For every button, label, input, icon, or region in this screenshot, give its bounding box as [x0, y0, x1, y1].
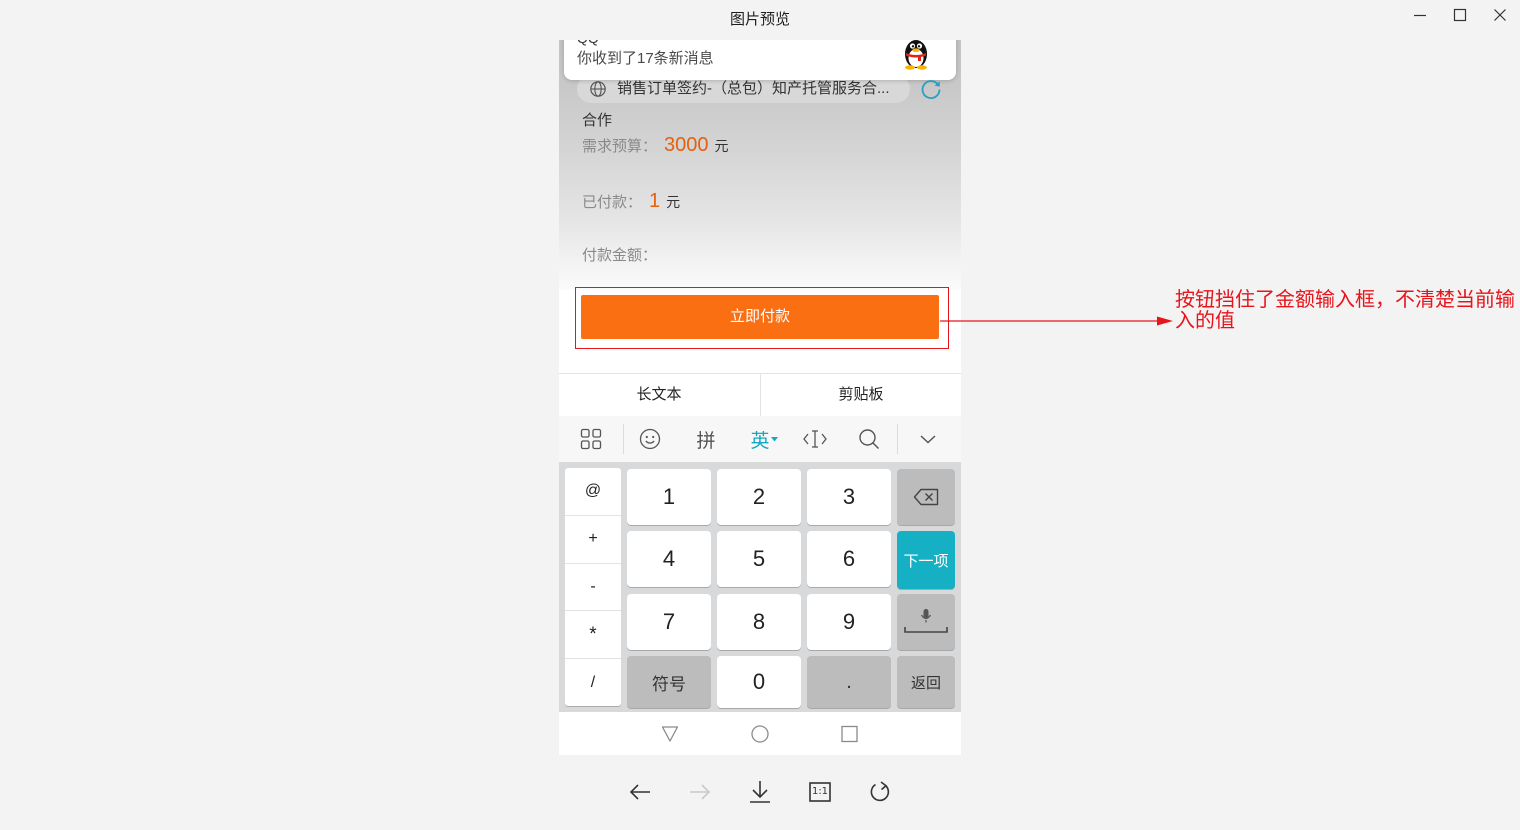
paid-unit: 元 [666, 194, 681, 210]
key-5[interactable]: 5 [717, 531, 801, 587]
search-icon [859, 429, 880, 450]
download-button[interactable] [747, 779, 773, 805]
toolbar-divider [623, 424, 624, 454]
budget-row: 需求预算： 3000 元 [582, 133, 729, 159]
next-field-key[interactable]: 下一项 [897, 531, 955, 589]
maximize-icon [1453, 8, 1467, 22]
budget-value: 3000 [664, 134, 709, 156]
emoji-button[interactable] [636, 427, 664, 451]
grid-icon [580, 428, 602, 450]
english-button[interactable]: 英 [747, 427, 781, 452]
key-7[interactable]: 7 [627, 594, 711, 650]
key-slash[interactable]: / [565, 659, 621, 706]
rotate-button[interactable] [867, 779, 893, 805]
space-voice-key[interactable] [897, 594, 955, 650]
globe-icon [590, 81, 606, 97]
close-button[interactable] [1488, 4, 1512, 26]
suggestion-long-text[interactable]: 长文本 [559, 374, 759, 416]
english-label: 英 [750, 430, 770, 452]
keyboard-suggestion-bar: 长文本 剪贴板 [559, 373, 961, 417]
amount-row[interactable]: 付款金额： [582, 244, 657, 268]
backspace-key[interactable] [897, 469, 955, 525]
key-9[interactable]: 9 [807, 594, 891, 650]
budget-unit: 元 [714, 138, 729, 154]
actual-size-label: 1:1 [811, 786, 829, 797]
pinyin-button[interactable]: 拼 [692, 427, 720, 452]
suggestion-clipboard[interactable]: 剪贴板 [761, 374, 961, 416]
android-navigation-bar [559, 712, 961, 755]
minimize-icon [1414, 14, 1426, 17]
arrow-left-icon [629, 784, 650, 800]
download-icon [750, 781, 770, 803]
amount-label: 付款金额： [582, 247, 658, 264]
hide-keyboard-button[interactable] [914, 427, 942, 451]
keyboard-toolbar: 拼 英 [559, 416, 961, 462]
home-circle-icon[interactable] [751, 725, 769, 743]
actual-size-button[interactable]: 1:1 [807, 779, 833, 805]
key-minus[interactable]: - [565, 564, 621, 612]
next-image-button[interactable] [687, 779, 713, 805]
recents-square-icon[interactable] [841, 725, 858, 743]
key-plus[interactable]: + [565, 516, 621, 564]
refresh-icon[interactable] [920, 78, 942, 100]
key-asterisk[interactable]: * [565, 611, 621, 660]
toolbar-divider [897, 424, 898, 454]
minimize-button[interactable] [1408, 4, 1432, 26]
rotate-icon [870, 781, 890, 802]
text-cursor-icon [803, 430, 827, 448]
notification-message: 你收到了17条新消息 [577, 50, 714, 67]
key-4[interactable]: 4 [627, 531, 711, 587]
notification-card[interactable]: QQ 你收到了17条新消息 [564, 40, 956, 80]
key-6[interactable]: 6 [807, 531, 891, 587]
smiley-icon [639, 428, 661, 450]
key-2[interactable]: 2 [717, 469, 801, 525]
paid-label: 已付款： [582, 194, 643, 211]
key-8[interactable]: 8 [717, 594, 801, 650]
category-text: 合作 [582, 112, 613, 129]
annotation-text: 按钮挡住了金额输入框，不清楚当前输入的值 [1175, 289, 1515, 332]
key-1[interactable]: 1 [627, 469, 711, 525]
chevron-down-icon [920, 435, 936, 444]
budget-label: 需求预算： [582, 138, 658, 155]
notification-app-name: QQ [577, 40, 599, 46]
paid-value: 1 [649, 190, 661, 212]
symbol-column: @ + - * / [565, 468, 621, 706]
key-at[interactable]: @ [565, 468, 621, 516]
caret-down-icon [770, 436, 778, 441]
back-triangle-icon[interactable] [661, 725, 679, 743]
backspace-icon [913, 488, 939, 506]
arrow-right-icon [690, 784, 711, 800]
annotation-highlight-box [575, 287, 949, 349]
qq-penguin-icon [905, 40, 927, 70]
window-title: 图片预览 [729, 11, 790, 28]
phone-screenshot: 销售订单签约-（总包）知产托管服务合... QQ 你收到了17条新消息 合作 需… [559, 40, 961, 755]
keyboard-menu-button[interactable] [577, 427, 605, 451]
key-0[interactable]: 0 [717, 656, 801, 708]
symbols-key[interactable]: 符号 [627, 656, 711, 708]
return-key[interactable]: 返回 [897, 656, 955, 708]
close-icon [1494, 9, 1506, 21]
maximize-button[interactable] [1448, 4, 1472, 26]
microphone-icon [904, 609, 948, 633]
annotation-arrow [940, 316, 1173, 326]
key-dot[interactable]: . [807, 656, 891, 708]
numeric-keyboard: @ + - * / 1 2 3 4 5 6 7 8 9 符号 0 . 下一项 返… [559, 462, 961, 712]
previous-image-button[interactable] [627, 779, 653, 805]
paid-row: 已付款： 1 元 [582, 189, 680, 215]
cursor-button[interactable] [801, 427, 829, 451]
search-button[interactable] [855, 427, 883, 451]
key-3[interactable]: 3 [807, 469, 891, 525]
